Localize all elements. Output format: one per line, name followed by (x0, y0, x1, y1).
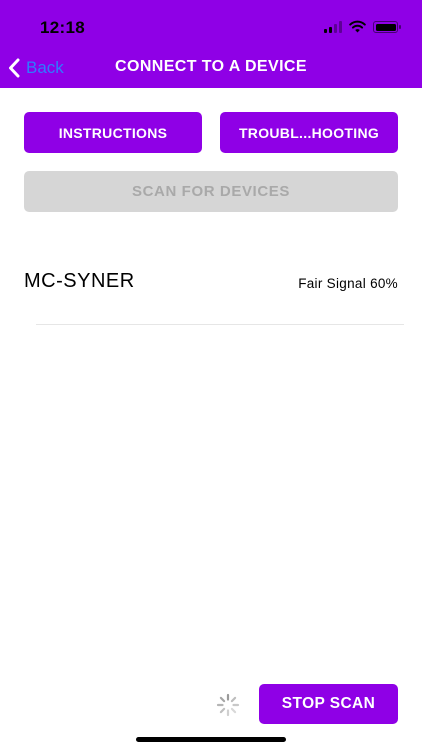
battery-icon (373, 21, 401, 33)
list-divider (36, 324, 404, 325)
status-time: 12:18 (40, 18, 85, 37)
status-bar: 12:18 (0, 0, 422, 50)
troubleshooting-button[interactable]: TROUBL...HOOTING (220, 112, 398, 153)
home-indicator (136, 737, 286, 742)
stop-scan-button[interactable]: STOP SCAN (259, 684, 398, 724)
page-title: CONNECT TO A DEVICE (115, 58, 307, 75)
cellular-signal-icon (324, 21, 342, 33)
status-icons (324, 19, 401, 33)
loading-spinner-icon (216, 693, 240, 717)
instructions-button[interactable]: INSTRUCTIONS (24, 112, 202, 153)
device-signal-strength: Fair Signal 60% (298, 276, 398, 291)
wifi-icon (349, 20, 366, 33)
nav-bar: Back CONNECT TO A DEVICE (0, 50, 422, 88)
device-name: MC-SYNER (24, 270, 135, 292)
device-list-item[interactable]: MC-SYNER Fair Signal 60% (24, 262, 398, 302)
header: 12:18 Back CONNECT TO A DEVICE (0, 0, 422, 88)
scan-for-devices-button[interactable]: SCAN FOR DEVICES (24, 171, 398, 212)
